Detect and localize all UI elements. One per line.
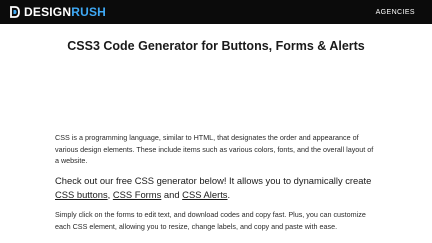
designrush-logo[interactable]: DESIGN RUSH — [10, 5, 106, 19]
logo-text-primary: DESIGN — [24, 5, 72, 19]
nav-link-agencies[interactable]: AGENCIES — [376, 9, 415, 16]
css-buttons-link[interactable]: CSS buttons — [55, 189, 108, 200]
instructions-paragraph: Simply click on the forms to edit text, … — [55, 210, 366, 231]
css-forms-link[interactable]: CSS Forms — [113, 189, 161, 200]
page-title: CSS3 Code Generator for Buttons, Forms &… — [67, 39, 365, 53]
top-navigation-bar: DESIGN RUSH AGENCIES — [0, 0, 432, 24]
callout-period: . — [227, 188, 231, 200]
callout-paragraph: Check out our free CSS generator below! … — [55, 174, 377, 201]
logo-text-accent: RUSH — [71, 5, 107, 19]
callout-separator: and — [161, 188, 183, 200]
css-alerts-link[interactable]: CSS Alerts — [182, 189, 227, 200]
intro-paragraph: CSS is a programming language, similar t… — [55, 133, 374, 165]
designrush-mark-icon — [10, 6, 20, 18]
callout-text: Check out our free CSS generator below! … — [55, 175, 372, 186]
